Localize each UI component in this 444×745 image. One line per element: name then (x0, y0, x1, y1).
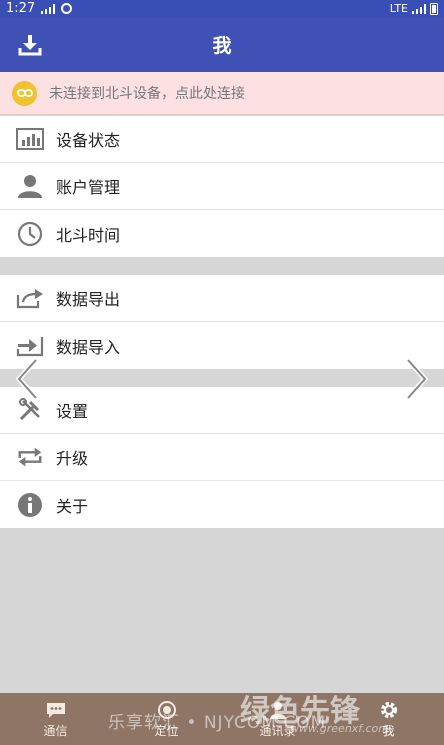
signal-icon (41, 3, 56, 14)
import-icon (16, 332, 44, 360)
chat-icon (45, 700, 67, 720)
next-arrow-icon[interactable] (404, 357, 430, 401)
data-import-item[interactable]: 数据导入 (0, 322, 444, 369)
account-management-label: 账户管理 (56, 178, 121, 197)
beidou-time-item[interactable]: 北斗时间 (0, 210, 444, 257)
data-import-label: 数据导入 (56, 337, 121, 357)
menu-group-2: 数据导出 数据导入 (0, 275, 444, 369)
device-status-item[interactable]: 设备状态 (0, 116, 444, 163)
device-status-label: 设备状态 (56, 131, 121, 150)
app-bar: 我 (0, 17, 444, 72)
previous-arrow-icon[interactable] (14, 357, 40, 401)
info-icon (16, 491, 44, 519)
data-export-item[interactable]: 数据导出 (0, 275, 444, 322)
page-title: 我 (212, 35, 232, 57)
link-icon (12, 80, 37, 106)
battery-icon (430, 2, 438, 15)
status-bar: 1:27 LTE (0, 0, 444, 17)
menu-group-1: 设备状态 账户管理 北斗时间 (0, 116, 444, 257)
gear-icon (378, 700, 400, 720)
sync-icon (61, 3, 73, 14)
export-icon (16, 284, 44, 312)
upgrade-label: 升级 (56, 449, 89, 468)
settings-label: 设置 (56, 402, 89, 421)
person-icon (16, 172, 44, 200)
tab-communication[interactable]: 通信 (0, 693, 111, 745)
bar-chart-icon (16, 125, 44, 153)
cell-signal-icon (412, 3, 426, 14)
clock-icon (16, 220, 44, 248)
menu-group-3: 设置 升级 关于 (0, 387, 444, 528)
data-export-label: 数据导出 (56, 290, 121, 309)
upgrade-item[interactable]: 升级 (0, 434, 444, 481)
beidou-time-label: 北斗时间 (56, 225, 121, 245)
watermark-url: www.greenxf.com (290, 722, 389, 735)
banner-text: 未连接到北斗设备，点此处连接 (49, 86, 245, 102)
tab-communication-label: 通信 (43, 723, 68, 738)
about-label: 关于 (56, 496, 89, 516)
account-management-item[interactable]: 账户管理 (0, 163, 444, 210)
status-time: 1:27 (6, 1, 36, 16)
network-type: LTE (389, 2, 408, 15)
refresh-icon (16, 443, 44, 471)
download-icon[interactable] (18, 33, 42, 57)
about-item[interactable]: 关于 (0, 481, 444, 528)
settings-item[interactable]: 设置 (0, 387, 444, 434)
connect-banner[interactable]: 未连接到北斗设备，点此处连接 (0, 72, 444, 115)
